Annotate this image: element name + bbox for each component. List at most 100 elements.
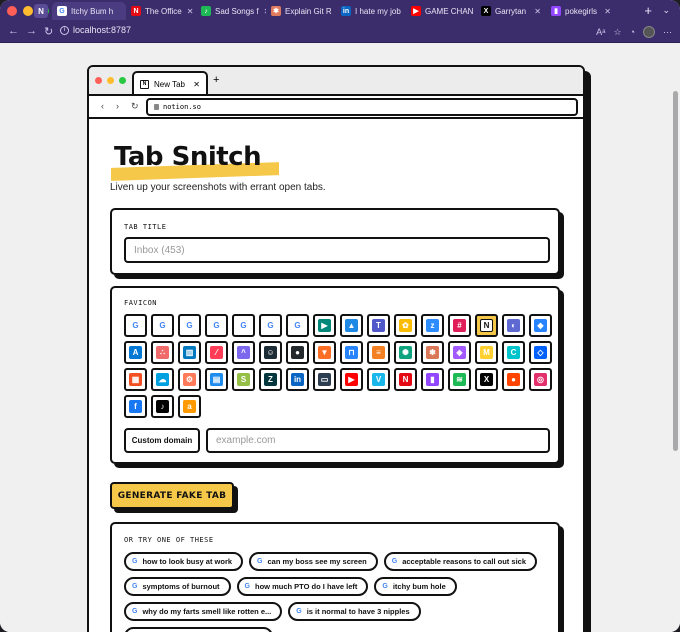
favicon-option[interactable]: # (448, 314, 471, 337)
favicon-option[interactable]: G (124, 314, 147, 337)
page-scrollbar[interactable] (673, 91, 678, 451)
favicon-option[interactable]: ◎ (529, 368, 552, 391)
favicon-option[interactable]: ≋ (448, 368, 471, 391)
custom-domain-button[interactable]: Custom domain (124, 428, 200, 453)
mock-tab-close-icon[interactable]: ✕ (193, 80, 200, 89)
favicon-option[interactable]: N (475, 314, 498, 337)
favicon-option[interactable]: ≡ (367, 341, 390, 364)
favicon-option[interactable]: V (367, 368, 390, 391)
suggestion-chip[interactable]: Gwhy do my farts smell like rotten e... (124, 602, 283, 621)
favicon-option[interactable]: ☺ (259, 341, 282, 364)
suggestion-chip[interactable]: Gacceptable reasons to call out sick (383, 552, 537, 571)
browser-tab[interactable]: ▮ pokegirls ✕ (546, 2, 616, 20)
favicon-option[interactable]: ▦ (124, 368, 147, 391)
tab-title-input[interactable]: Inbox (453) (124, 237, 550, 263)
favicon-option[interactable]: ✱ (421, 341, 444, 364)
tab-close-icon[interactable]: ✕ (259, 7, 266, 16)
generate-fake-tab-button[interactable]: GENERATE FAKE TAB (110, 482, 234, 509)
suggestion-chip[interactable]: Ghemorrhoids or something worse (124, 627, 273, 632)
suggestion-chip[interactable]: Gcan my boss see my screen (249, 552, 378, 571)
favicon-option[interactable]: ◆ (529, 314, 552, 337)
new-tab-button[interactable]: + (644, 3, 652, 18)
favicon-option[interactable]: ◐ (502, 314, 525, 337)
custom-domain-input[interactable]: example.com (206, 428, 550, 453)
address-bar[interactable]: i localhost:8787 (60, 25, 131, 35)
tab-close-icon[interactable]: ✕ (529, 7, 541, 16)
extensions-icon[interactable]: ◔ (630, 27, 635, 37)
browser-tab[interactable]: ▶GAME CHAN✕ (406, 2, 476, 20)
favicon-option[interactable]: ∴ (151, 341, 174, 364)
suggestion-chip[interactable]: Gitchy bum hole (374, 577, 457, 596)
mock-address-bar[interactable]: notion.so (146, 98, 578, 116)
favicon-option[interactable]: ☁ (151, 368, 174, 391)
close-window-button[interactable] (7, 6, 17, 16)
favicon-option[interactable]: ◇ (529, 341, 552, 364)
favicon-option[interactable]: N (394, 368, 417, 391)
pinned-notion-tab[interactable]: N (34, 4, 48, 18)
favicon-option[interactable]: ⁄ (205, 341, 228, 364)
tab-overflow-chevron-icon[interactable]: ⌄ (662, 5, 670, 16)
favicon-option[interactable]: M (475, 341, 498, 364)
suggestion-chip[interactable]: Gsymptoms of burnout (124, 577, 231, 596)
favicon-option[interactable]: Z (259, 368, 282, 391)
favicon-option[interactable]: ⚙ (178, 368, 201, 391)
favicon-option[interactable]: C (502, 341, 525, 364)
reader-mode-icon[interactable]: Aᵃ (596, 27, 605, 37)
browser-tab[interactable]: X Garrytan ✕ (476, 2, 546, 20)
suggestion-chip[interactable]: Gis it normal to have 3 nipples (288, 602, 421, 621)
browser-tab-label: I hate my job (355, 6, 401, 16)
favicon-option[interactable]: ▼ (313, 341, 336, 364)
favicon-option[interactable]: ● (286, 341, 309, 364)
favicon-option[interactable]: G (259, 314, 282, 337)
browser-tab[interactable]: ✱Explain Git R✕ (266, 2, 336, 20)
favicon-option[interactable]: X (475, 368, 498, 391)
suggestion-chip[interactable]: Ghow to look busy at work (124, 552, 244, 571)
browser-tab[interactable]: inI hate my job✕ (336, 2, 406, 20)
favicon-option[interactable]: S (232, 368, 255, 391)
favicon-option[interactable]: ▥ (178, 341, 201, 364)
favicon-option[interactable]: ▮ (421, 368, 444, 391)
favicon-option[interactable]: G (178, 314, 201, 337)
favicon-option[interactable]: ▶ (340, 368, 363, 391)
favicon-option[interactable]: ⊓ (340, 341, 363, 364)
favicon-option[interactable]: T (367, 314, 390, 337)
favicon-option[interactable]: ▶ (313, 314, 336, 337)
favicon-option[interactable]: z (421, 314, 444, 337)
tab-close-icon[interactable]: ✕ (182, 7, 194, 16)
favicon-option[interactable]: G (232, 314, 255, 337)
back-arrow-icon[interactable]: ← (8, 25, 19, 37)
favicon-option[interactable]: G (151, 314, 174, 337)
mock-forward-icon[interactable]: › (116, 101, 119, 111)
favicon-option[interactable]: ^ (232, 341, 255, 364)
reload-icon[interactable]: ↻ (44, 25, 53, 38)
minimize-window-button[interactable] (23, 6, 33, 16)
suggestion-chip[interactable]: Ghow much PTO do I have left (236, 577, 369, 596)
favicon-option[interactable]: a (178, 395, 201, 418)
favicon-option[interactable]: ◈ (448, 341, 471, 364)
favicon-option[interactable]: ▤ (205, 368, 228, 391)
mock-reload-icon[interactable]: ↻ (131, 101, 139, 112)
browser-tab[interactable]: N The Office ✕ (126, 2, 196, 20)
favicon-option[interactable]: in (286, 368, 309, 391)
site-info-icon[interactable]: i (60, 25, 69, 35)
favicon-option[interactable]: f (124, 395, 147, 418)
favicon-option[interactable]: G (286, 314, 309, 337)
browser-tab[interactable]: G Itchy Bum h (52, 2, 126, 20)
favicon-option[interactable]: ♪ (151, 395, 174, 418)
mock-back-icon[interactable]: ‹ (101, 101, 104, 111)
favicon-option[interactable]: ✿ (394, 314, 417, 337)
mock-active-tab[interactable]: N New Tab ✕ (132, 71, 208, 95)
favicon-option[interactable]: ▭ (313, 368, 336, 391)
menu-icon[interactable]: ⋯ (663, 27, 672, 38)
favicon-option[interactable]: G (205, 314, 228, 337)
bookmark-star-icon[interactable]: ☆ (613, 27, 621, 38)
favicon-option[interactable]: ✺ (394, 341, 417, 364)
forward-arrow-icon[interactable]: → (26, 25, 37, 37)
tab-close-icon[interactable]: ✕ (599, 7, 611, 16)
favicon-option[interactable]: ● (502, 368, 525, 391)
browser-tab[interactable]: ♪ Sad Songs f✕ (196, 2, 266, 20)
favicon-option[interactable]: A (124, 341, 147, 364)
favicon-option[interactable]: ▲ (340, 314, 363, 337)
mock-new-tab-button[interactable]: + (213, 74, 219, 86)
profile-avatar[interactable] (643, 26, 655, 38)
